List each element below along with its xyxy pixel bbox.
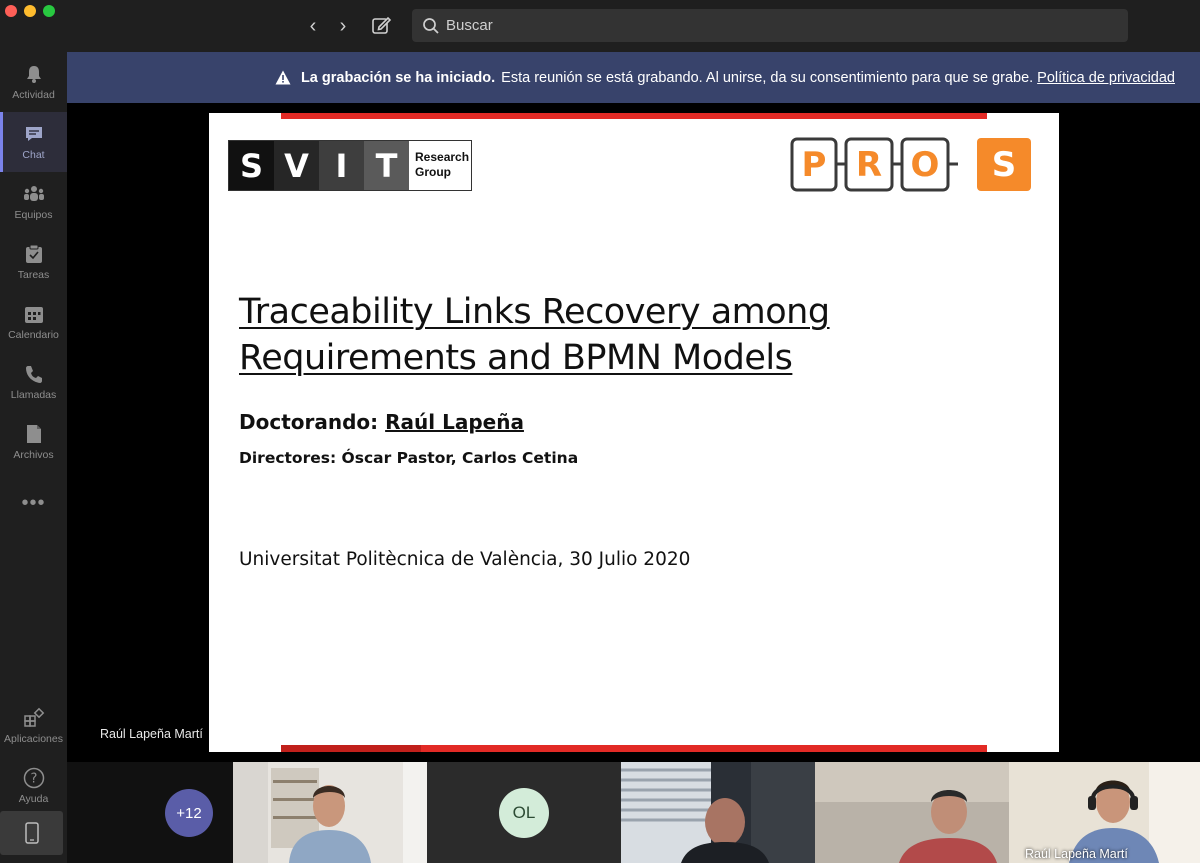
sidebar-item-actividad[interactable]: Actividad	[0, 52, 67, 112]
slide-bottom-bar	[281, 745, 987, 752]
shared-content-stage: S V I T Research Group P R O S Traceabil…	[67, 103, 1200, 762]
participant-video-tile[interactable]	[621, 762, 815, 863]
calendar-icon	[23, 303, 45, 325]
privacy-policy-link[interactable]: Política de privacidad	[1037, 70, 1175, 86]
apps-icon	[23, 707, 45, 729]
presenter-name-label: Raúl Lapeña Martí	[100, 727, 203, 741]
doctorando-line: Doctorando: Raúl Lapeña	[239, 410, 524, 434]
svit-letter: S	[229, 141, 274, 190]
tasks-icon	[23, 243, 45, 265]
search-icon	[423, 17, 439, 34]
banner-text: Esta reunión se está grabando. Al unirse…	[501, 69, 1034, 86]
window-controls	[5, 5, 55, 17]
participant-video	[621, 762, 815, 863]
minimize-window-button[interactable]	[24, 5, 36, 17]
participant-video-tile[interactable]	[233, 762, 427, 863]
participant-video	[815, 762, 1009, 863]
participant-video	[233, 762, 427, 863]
forward-icon[interactable]: ›	[332, 14, 354, 38]
sidebar-item-label: Aplicaciones	[4, 733, 63, 745]
teams-window: ‹ › Actividad Chat Equipos Tareas C	[0, 0, 1200, 863]
sidebar-item-label: Actividad	[12, 89, 55, 101]
file-icon	[23, 423, 45, 445]
maximize-window-button[interactable]	[43, 5, 55, 17]
mobile-phone-icon	[24, 822, 39, 844]
help-icon: ?	[23, 767, 45, 789]
sidebar-item-label: Chat	[22, 149, 45, 161]
pros-letter: R	[856, 145, 882, 185]
self-video-tile[interactable]: Raúl Lapeña Martí	[1009, 762, 1200, 863]
app-bar: Actividad Chat Equipos Tareas Calendario…	[0, 52, 67, 863]
sidebar-item-label: Tareas	[17, 269, 50, 281]
pros-letter: P	[802, 145, 827, 185]
sidebar-item-label: Calendario	[8, 329, 59, 341]
svg-text:?: ?	[30, 772, 37, 787]
sidebar-item-tareas[interactable]: Tareas	[0, 232, 67, 292]
svit-subtitle: Research Group	[415, 150, 470, 179]
participants-strip: +12 OL Raúl Lapeña Martí	[67, 762, 1200, 863]
slide-top-bar	[281, 113, 987, 119]
back-icon[interactable]: ‹	[302, 14, 324, 38]
teams-icon	[23, 183, 45, 205]
sidebar-item-chat[interactable]: Chat	[0, 112, 67, 172]
participant-initials-tile[interactable]: OL	[427, 762, 621, 863]
sidebar-item-ayuda[interactable]: ? Ayuda	[0, 756, 67, 816]
svit-letter: I	[319, 141, 364, 190]
sidebar-item-calendario[interactable]: Calendario	[0, 292, 67, 352]
sidebar-item-label: Ayuda	[18, 793, 49, 805]
title-bar: ‹ ›	[0, 0, 1200, 52]
sidebar-item-label: Llamadas	[10, 389, 57, 401]
device-mobile-button[interactable]	[0, 811, 63, 855]
self-name-label: Raúl Lapeña Martí	[1025, 847, 1128, 861]
sidebar-item-label: Archivos	[13, 449, 54, 461]
compose-icon[interactable]	[370, 14, 394, 38]
close-window-button[interactable]	[5, 5, 17, 17]
participant-video-tile[interactable]	[815, 762, 1009, 863]
banner-title: La grabación se ha iniciado.	[300, 69, 496, 86]
warning-icon	[275, 70, 291, 85]
svit-letter: V	[274, 141, 319, 190]
more-participants-badge[interactable]: +12	[165, 789, 213, 837]
presentation-slide: S V I T Research Group P R O S Traceabil…	[209, 113, 1059, 752]
slide-title: Traceability Links Recovery among Requir…	[239, 292, 830, 378]
phone-icon	[23, 363, 45, 385]
sidebar-item-llamadas[interactable]: Llamadas	[0, 352, 67, 412]
participant-avatar-initials: OL	[499, 788, 549, 838]
sidebar-item-archivos[interactable]: Archivos	[0, 412, 67, 472]
pros-letter: O	[911, 145, 940, 185]
recording-banner: La grabación se ha iniciado. Esta reunió…	[67, 52, 1200, 103]
svit-logo: S V I T Research Group	[228, 140, 472, 191]
doctorando-name: Raúl Lapeña	[385, 410, 524, 434]
sidebar-item-aplicaciones[interactable]: Aplicaciones	[0, 696, 67, 756]
university-date: Universitat Politècnica de València, 30 …	[239, 549, 691, 570]
more-apps-button[interactable]: •••	[0, 492, 67, 515]
search-input[interactable]	[446, 17, 1046, 34]
directores-line: Directores: Óscar Pastor, Carlos Cetina	[239, 449, 579, 467]
pros-logo: P R O S	[790, 137, 1031, 192]
chat-icon	[23, 123, 45, 145]
sidebar-item-equipos[interactable]: Equipos	[0, 172, 67, 232]
search-bar[interactable]	[412, 9, 1128, 42]
svit-letter: T	[364, 141, 409, 190]
pros-letter: S	[992, 145, 1017, 185]
sidebar-item-label: Equipos	[14, 209, 53, 221]
bell-icon	[23, 63, 45, 85]
